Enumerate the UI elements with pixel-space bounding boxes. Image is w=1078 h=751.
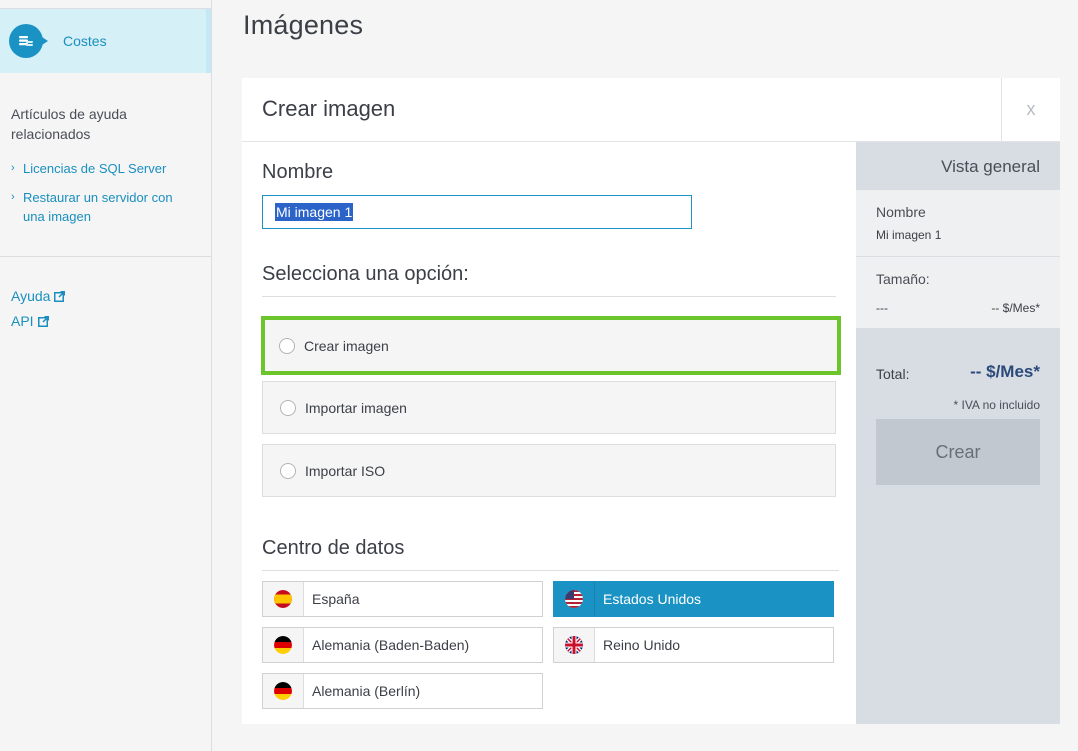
help-link-label: Restaurar un servidor con una imagen <box>23 190 173 224</box>
datacenter-name: Estados Unidos <box>603 591 702 607</box>
flag-box <box>554 582 595 616</box>
summary-name-label: Nombre <box>876 204 926 220</box>
panel-title: Crear imagen <box>262 96 396 121</box>
datacenter-uk[interactable]: Reino Unido <box>553 627 834 663</box>
datacenter-label: Centro de datos <box>262 537 405 559</box>
flag-box <box>263 674 304 708</box>
summary-title: Vista general <box>941 157 1040 176</box>
close-button[interactable]: x <box>1001 78 1060 141</box>
sidebar-item-costes[interactable]: Costes <box>0 9 211 73</box>
sidebar: Costes Artículos de ayuda relacionados ›… <box>0 0 212 751</box>
germany-flag-icon <box>274 636 292 654</box>
help-articles-title: Artículos de ayuda relacionados <box>11 106 127 142</box>
summary-name-section: Nombre Mi imagen 1 <box>856 190 1060 257</box>
external-link-icon <box>54 290 66 302</box>
option-label: Selecciona una opción: <box>262 263 469 285</box>
summary-size-price: -- $/Mes* <box>991 301 1040 315</box>
divider <box>262 296 836 297</box>
divider <box>262 570 839 571</box>
flag-box <box>263 582 304 616</box>
uk-flag-icon <box>565 636 583 654</box>
datacenter-name: Alemania (Baden-Baden) <box>312 637 470 653</box>
flag-box <box>554 628 595 662</box>
option-create-image[interactable]: Crear imagen <box>261 316 841 375</box>
close-icon: x <box>1026 99 1036 119</box>
summary-name-value: Mi imagen 1 <box>876 228 942 242</box>
api-external-link[interactable]: API <box>11 313 49 329</box>
external-link-icon <box>37 315 49 327</box>
option-import-image[interactable]: Importar imagen <box>262 381 836 434</box>
datacenter-usa[interactable]: Estados Unidos <box>553 581 834 617</box>
help-external-link[interactable]: Ayuda <box>11 288 66 304</box>
summary-size-label: Tamaño: <box>876 271 930 287</box>
flag-box <box>263 628 304 662</box>
api-link-label: API <box>11 313 34 329</box>
radio-button[interactable] <box>280 399 296 416</box>
sidebar-divider <box>0 256 211 257</box>
create-image-panel: Crear imagen x Nombre Mi imagen 1 Selecc… <box>242 78 1060 724</box>
chevron-right-icon: › <box>11 191 15 203</box>
option-label-text: Crear imagen <box>304 337 389 354</box>
datacenter-name: España <box>312 591 360 607</box>
help-link-restore-server[interactable]: › Restaurar un servidor con una imagen <box>11 188 201 226</box>
help-link-label: Ayuda <box>11 288 51 304</box>
summary-panel: Vista general Nombre Mi imagen 1 Tamaño:… <box>856 142 1060 724</box>
datacenter-name: Reino Unido <box>603 637 681 653</box>
name-label: Nombre <box>262 161 334 183</box>
datacenter-spain[interactable]: España <box>262 581 543 617</box>
option-import-iso[interactable]: Importar ISO <box>262 444 836 497</box>
option-label-text: Importar ISO <box>305 462 386 479</box>
total-label: Total: <box>876 366 910 382</box>
coins-icon <box>9 24 48 58</box>
sidebar-item-label: Costes <box>63 33 107 49</box>
datacenter-germany-berlin[interactable]: Alemania (Berlín) <box>262 673 543 709</box>
total-value: -- $/Mes* <box>970 362 1040 381</box>
create-button[interactable]: Crear <box>876 419 1040 485</box>
summary-size-value: --- <box>876 301 888 315</box>
name-input-value: Mi imagen 1 <box>275 203 354 221</box>
radio-button[interactable] <box>280 462 296 479</box>
panel-header: Crear imagen x <box>242 78 1060 142</box>
datacenter-name: Alemania (Berlín) <box>312 683 421 699</box>
help-link-label: Licencias de SQL Server <box>23 161 167 176</box>
name-input[interactable]: Mi imagen 1 <box>262 195 692 229</box>
datacenter-germany-baden[interactable]: Alemania (Baden-Baden) <box>262 627 543 663</box>
spain-flag-icon <box>274 590 292 608</box>
usa-flag-icon <box>565 590 583 608</box>
chevron-right-icon: › <box>11 162 15 174</box>
help-link-sql-licenses[interactable]: › Licencias de SQL Server <box>11 159 201 178</box>
summary-size-section: Tamaño: --- -- $/Mes* <box>856 257 1060 329</box>
vat-note: * IVA no incluido <box>953 398 1040 412</box>
page-title: Imágenes <box>243 10 364 40</box>
germany-flag-icon <box>274 682 292 700</box>
radio-button[interactable] <box>279 337 295 354</box>
option-label-text: Importar imagen <box>305 399 407 416</box>
summary-header: Vista general <box>856 142 1060 190</box>
